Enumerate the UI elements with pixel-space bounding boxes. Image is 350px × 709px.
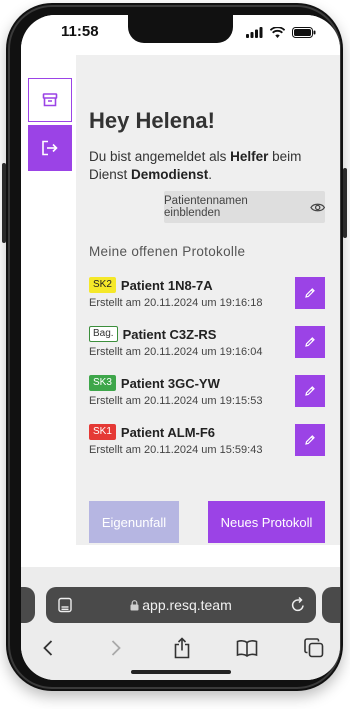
login-info: Du bist angemeldet als Helfer beim Diens… [89, 148, 324, 184]
wifi-icon [270, 27, 285, 38]
phone-frame: 11:58 Hey Helena! Du bist angemeldet als… [2, 3, 347, 691]
volume-button [2, 163, 6, 243]
patient-name: Patient C3Z-RS [122, 326, 217, 342]
url-text: app.resq.team [142, 597, 232, 613]
triage-badge: SK2 [89, 277, 116, 293]
edit-protocol-button[interactable] [295, 375, 325, 407]
triage-badge: SK3 [89, 375, 116, 391]
power-button [343, 168, 347, 238]
show-patient-names-label: Patientennamen einblenden [164, 195, 248, 219]
system-icons [246, 27, 316, 38]
url-display: app.resq.team [46, 597, 316, 613]
reload-icon[interactable] [290, 596, 306, 613]
protocol-item[interactable]: Bag. Patient C3Z-RS Erstellt am 20.11.2024… [89, 326, 325, 360]
protocol-header: Bag. Patient C3Z-RS [89, 326, 216, 342]
tabs-button[interactable] [299, 633, 329, 663]
forward-button[interactable] [101, 633, 131, 663]
browser-toolbar: app.resq.team [21, 567, 340, 680]
logout-icon [42, 140, 58, 156]
protocol-item[interactable]: SK2 Patient 1N8-7A Erstellt am 20.11.2024 … [89, 277, 325, 311]
share-button[interactable] [167, 633, 197, 663]
logout-button[interactable] [28, 125, 72, 171]
dynamic-island [128, 15, 233, 43]
status-bar: 11:58 [21, 15, 340, 55]
protocol-item[interactable]: SK3 Patient 3GC-YW Erstellt am 20.11.2024 … [89, 375, 325, 409]
edit-protocol-button[interactable] [295, 424, 325, 456]
main-content: Hey Helena! Du bist angemeldet als Helfe… [76, 55, 340, 545]
created-timestamp: Erstellt am 20.11.2024 um 19:15:53 [89, 395, 263, 407]
triage-badge: Bag. [89, 326, 118, 342]
edit-protocol-button[interactable] [295, 277, 325, 309]
login-suffix: . [208, 167, 213, 182]
protocol-header: SK1 Patient ALM-F6 [89, 424, 215, 440]
pencil-icon [305, 288, 315, 298]
show-patient-names-button[interactable]: Patientennamen einblenden [164, 191, 325, 223]
patient-name: Patient 1N8-7A [120, 277, 213, 293]
pencil-icon [305, 435, 315, 445]
signal-icon [246, 27, 263, 38]
login-role: Helfer [230, 149, 269, 164]
login-prefix: Du bist angemeldet als [89, 149, 231, 164]
patient-name: Patient 3GC-YW [120, 375, 220, 391]
back-button[interactable] [33, 633, 63, 663]
share-icon [174, 637, 190, 659]
eye-icon [309, 203, 325, 211]
chevron-right-icon [111, 640, 121, 656]
edit-protocol-button[interactable] [295, 326, 325, 358]
battery-icon [292, 27, 316, 38]
patient-name: Patient ALM-F6 [120, 424, 216, 440]
eigenunfall-button[interactable]: Eigenunfall [89, 501, 179, 543]
login-service: Demodienst [131, 167, 209, 182]
protocol-header: SK2 Patient 1N8-7A [89, 277, 213, 293]
browser-nav [21, 633, 340, 663]
archive-button[interactable] [28, 78, 72, 122]
home-indicator [131, 670, 231, 674]
created-timestamp: Erstellt am 20.11.2024 um 19:16:04 [89, 346, 263, 358]
sidebar [28, 78, 74, 173]
protocol-header: SK3 Patient 3GC-YW [89, 375, 220, 391]
page-title: Hey Helena! [89, 108, 215, 133]
bookmarks-button[interactable] [232, 633, 262, 663]
triage-badge: SK1 [89, 424, 116, 440]
book-icon [236, 640, 258, 657]
next-tab-card[interactable] [322, 587, 340, 623]
new-protocol-button[interactable]: Neues Protokoll [208, 501, 325, 543]
section-title: Meine offenen Protokolle [89, 244, 246, 259]
chevron-left-icon [43, 640, 53, 656]
protocol-item[interactable]: SK1 Patient ALM-F6 Erstellt am 20.11.2024 … [89, 424, 325, 458]
pencil-icon [305, 337, 315, 347]
app-area: Hey Helena! Du bist angemeldet als Helfe… [21, 55, 340, 567]
pencil-icon [305, 386, 315, 396]
status-time: 11:58 [61, 23, 99, 40]
lock-icon [130, 600, 139, 611]
archive-icon [42, 93, 58, 107]
previous-tab-card[interactable] [21, 587, 35, 623]
created-timestamp: Erstellt am 20.11.2024 um 19:16:18 [89, 297, 263, 309]
address-bar[interactable]: app.resq.team [46, 587, 316, 623]
screen: 11:58 Hey Helena! Du bist angemeldet als… [21, 15, 340, 680]
tabs-icon [304, 638, 324, 658]
created-timestamp: Erstellt am 20.11.2024 um 15:59:43 [89, 444, 263, 456]
